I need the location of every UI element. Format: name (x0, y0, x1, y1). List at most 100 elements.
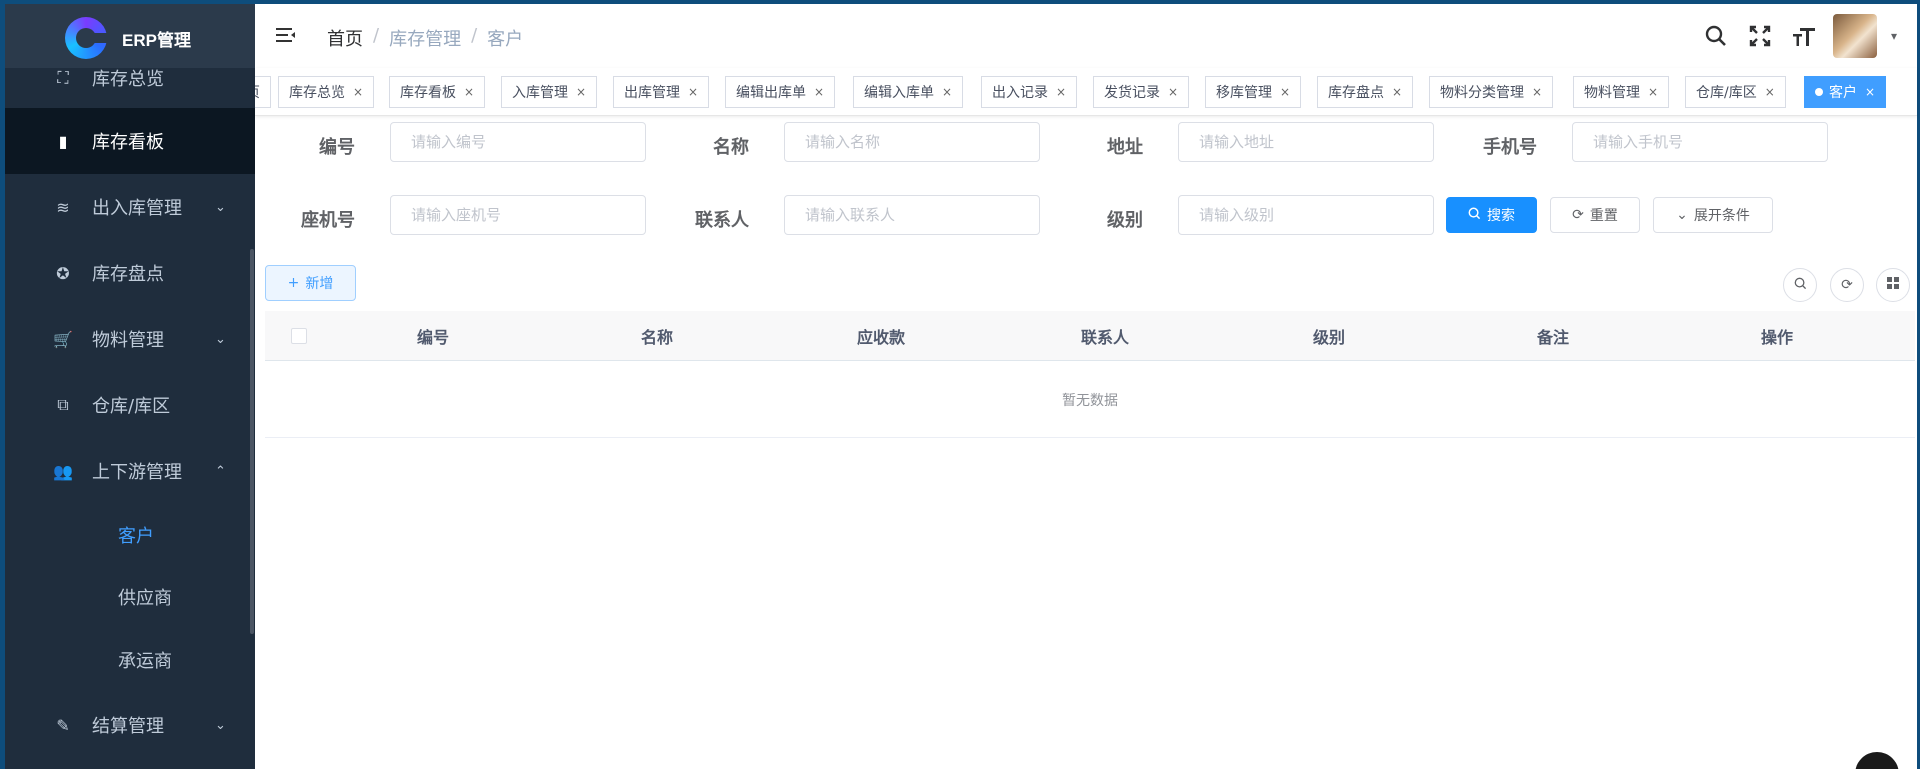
close-icon[interactable]: × (1648, 85, 1658, 99)
plus-icon: + (287, 275, 300, 291)
tag-outbound[interactable]: 出库管理 × (613, 76, 710, 108)
close-icon[interactable]: × (464, 85, 474, 99)
tag-warehouse[interactable]: 仓库/库区 × (1685, 76, 1786, 108)
sidebar-item-settlement[interactable]: ✎ 结算管理 ⌄ (5, 692, 255, 758)
sidebar-item-warehouse[interactable]: ⧉ 仓库/库区 (5, 372, 255, 438)
user-avatar[interactable] (1832, 14, 1877, 58)
tag-stocktaking[interactable]: 库存盘点 × (1317, 76, 1414, 108)
field-label-code: 编号 (319, 137, 355, 158)
close-icon[interactable]: × (688, 85, 698, 99)
sidebar-item-partner-management[interactable]: 👥 上下游管理 ⌃ (5, 438, 255, 504)
refresh-icon: ⟳ (1841, 277, 1853, 293)
add-button[interactable]: + 新增 (265, 265, 356, 301)
sidebar-item-label: 上下游管理 (92, 462, 182, 483)
level-input[interactable] (1178, 195, 1434, 235)
sidebar-subitem-supplier[interactable]: 供应商 (5, 566, 255, 628)
hamburger-icon[interactable] (275, 24, 297, 46)
sidebar: ERP管理 ⛶ 库存总览 ▮ 库存看板 ≋ 出入库管理 ⌄ ✪ 库存盘点 🛒 物… (5, 4, 255, 769)
column-header-contact: 联系人 (1080, 328, 1129, 347)
sidebar-item-inout-management[interactable]: ≋ 出入库管理 ⌄ (5, 174, 255, 240)
tag-label: 发货记录 (1104, 85, 1160, 101)
contact-input[interactable] (784, 195, 1040, 235)
refresh-button[interactable]: ⟳ (1830, 268, 1864, 302)
sidebar-item-stocktaking[interactable]: ✪ 库存盘点 (5, 240, 255, 306)
close-icon[interactable]: × (814, 85, 824, 99)
tag-inventory-board[interactable]: 库存看板 × (389, 76, 486, 108)
tag-transfer[interactable]: 移库管理 × (1205, 76, 1302, 108)
sidebar-item-label: 物料管理 (92, 330, 164, 351)
sidebar-scrollbar[interactable] (250, 249, 254, 634)
puzzle-icon: ⧉ (57, 395, 69, 414)
tag-label: 库存总览 (289, 85, 345, 101)
address-input[interactable] (1178, 122, 1434, 162)
add-button-label: 新增 (305, 276, 334, 292)
tag-label: 物料管理 (1584, 85, 1640, 101)
mobile-input[interactable] (1572, 122, 1828, 162)
code-input[interactable] (390, 122, 646, 162)
search-button[interactable]: 搜索 (1446, 197, 1537, 233)
tag-label: 入库管理 (512, 85, 568, 101)
tag-material-category[interactable]: 物料分类管理 × (1429, 76, 1554, 108)
tag-inbound[interactable]: 入库管理 × (501, 76, 598, 108)
caret-down-icon[interactable]: ▾ (1891, 29, 1897, 43)
font-size-icon[interactable] (1789, 21, 1819, 51)
toggle-search-button[interactable] (1783, 268, 1817, 302)
tag-label: 库存看板 (400, 85, 456, 101)
tag-inventory-overview[interactable]: 库存总览 × (278, 76, 375, 108)
breadcrumb-home[interactable]: 首页 (327, 25, 363, 51)
navbar: 首页 / 库存管理 / 客户 ▾ (255, 4, 1917, 68)
sidebar-subitem-customer[interactable]: 客户 (5, 504, 255, 566)
expand-conditions-button[interactable]: ⌄ 展开条件 (1653, 197, 1773, 233)
tag-material[interactable]: 物料管理 × (1573, 76, 1670, 108)
chevron-down-icon: ⌄ (1676, 207, 1688, 223)
breadcrumb-current: 客户 (487, 29, 524, 50)
tag-inout-records[interactable]: 出入记录 × (981, 76, 1078, 108)
select-all-checkbox[interactable] (291, 328, 307, 344)
tag-edit-inbound[interactable]: 编辑入库单 × (853, 76, 964, 108)
reset-button[interactable]: ⟳ 重置 (1550, 197, 1640, 233)
sidebar-item-label: 出入库管理 (92, 198, 182, 219)
tag-edit-outbound[interactable]: 编辑出库单 × (725, 76, 836, 108)
cart-icon: 🛒 (53, 329, 73, 349)
close-icon[interactable]: × (1168, 85, 1178, 99)
fullscreen-icon[interactable] (1745, 21, 1775, 51)
sidebar-subitem-label: 供应商 (118, 588, 172, 609)
chevron-down-icon: ⌄ (215, 199, 226, 215)
close-icon[interactable]: × (1532, 85, 1542, 99)
field-label-landline: 座机号 (301, 210, 355, 231)
sidebar-subitem-label: 承运商 (118, 651, 172, 672)
tag-customer[interactable]: 客户 × (1804, 76, 1887, 108)
tag-label: 页 (255, 82, 260, 102)
search-icon (1794, 277, 1807, 294)
search-icon[interactable] (1701, 21, 1731, 51)
column-header-actions: 操作 (1760, 328, 1793, 347)
close-icon[interactable]: × (1765, 85, 1775, 99)
sidebar-item-inventory-board[interactable]: ▮ 库存看板 (5, 108, 255, 174)
close-icon[interactable]: × (1392, 85, 1402, 99)
close-icon[interactable]: × (1280, 85, 1290, 99)
column-header-code: 编号 (416, 328, 449, 347)
sidebar-item-material-management[interactable]: 🛒 物料管理 ⌄ (5, 306, 255, 372)
users-icon: 👥 (53, 461, 73, 481)
sidebar-subitem-carrier[interactable]: 承运商 (5, 629, 255, 691)
sidebar-item-label: 库存盘点 (92, 264, 164, 285)
columns-button[interactable] (1876, 268, 1910, 302)
sidebar-subitem-label: 客户 (118, 526, 154, 547)
tag-label: 仓库/库区 (1696, 85, 1757, 101)
landline-input[interactable] (390, 195, 646, 235)
close-icon[interactable]: × (1056, 85, 1066, 99)
field-label-level: 级别 (1107, 210, 1143, 231)
close-icon[interactable]: × (353, 85, 363, 99)
column-header-name: 名称 (640, 328, 673, 347)
tags-view: 页 库存总览× 库存看板× 入库管理× 出库管理× 编辑出库单× 编辑入库单× … (255, 68, 1917, 116)
close-icon[interactable]: × (942, 85, 952, 99)
name-input[interactable] (784, 122, 1040, 162)
close-icon[interactable]: × (576, 85, 586, 99)
field-label-contact: 联系人 (695, 210, 749, 231)
tag-shipping-records[interactable]: 发货记录 × (1093, 76, 1190, 108)
refresh-icon: ⟳ (1572, 207, 1584, 223)
tag-label: 编辑出库单 (736, 85, 806, 101)
close-icon[interactable]: × (1865, 85, 1875, 99)
chevron-down-icon: ⌄ (215, 717, 226, 733)
tag-home[interactable]: 页 (255, 76, 271, 108)
